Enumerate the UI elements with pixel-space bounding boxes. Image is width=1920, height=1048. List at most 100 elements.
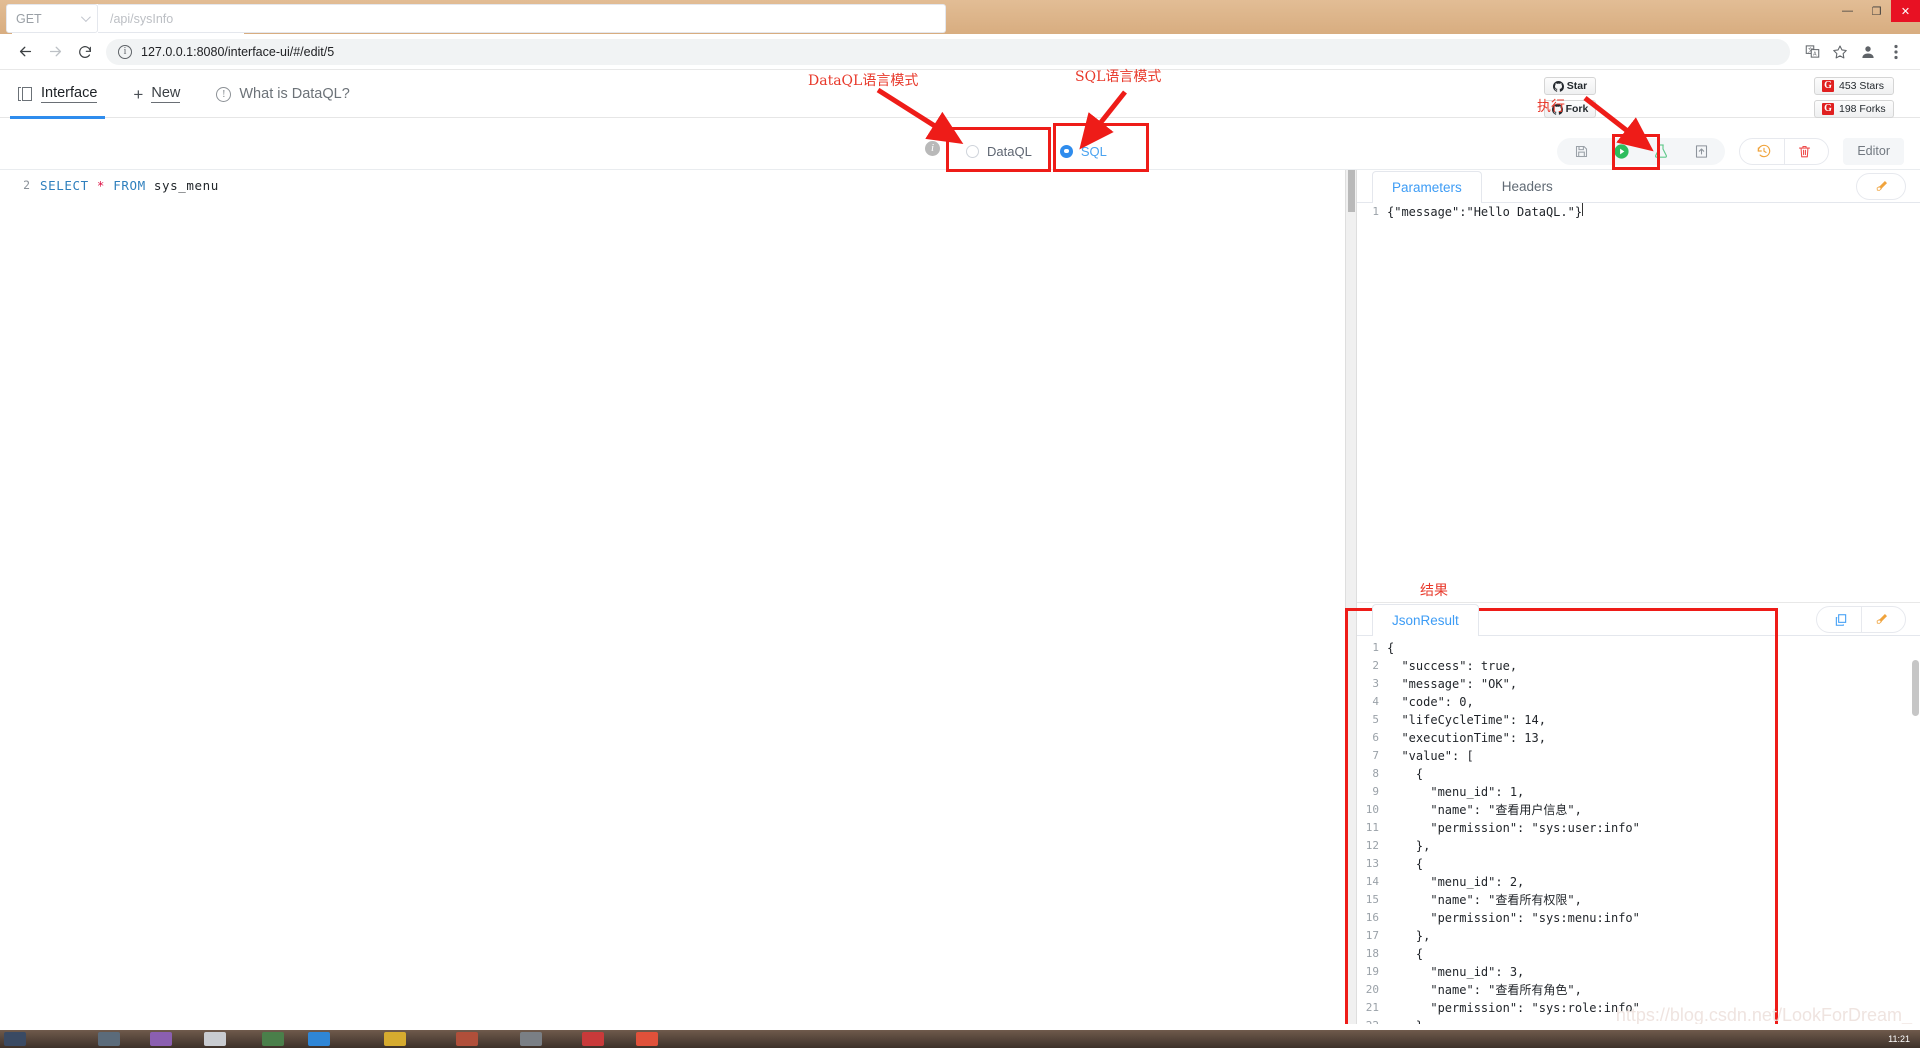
taskbar-item[interactable] bbox=[636, 1032, 658, 1046]
tab-parameters[interactable]: Parameters bbox=[1372, 171, 1482, 203]
annotation-box-execute bbox=[1612, 134, 1660, 170]
annotation-box-result bbox=[1345, 608, 1778, 1028]
params-tabstrip: Parameters Headers bbox=[1357, 170, 1920, 203]
book-icon bbox=[18, 86, 33, 102]
annotation-label-sql: SQL语言模式 bbox=[1075, 69, 1162, 85]
taskbar-item[interactable] bbox=[4, 1032, 26, 1046]
editor-button[interactable]: Editor bbox=[1843, 137, 1904, 165]
address-bar[interactable]: i 127.0.0.1:8080/interface-ui/#/edit/5 bbox=[106, 38, 1790, 65]
nav-item-what-is-dataql[interactable]: ! What is DataQL? bbox=[198, 70, 367, 118]
gitee-mark-icon: G bbox=[1822, 80, 1834, 92]
tab-jsonresult[interactable]: JsonResult bbox=[1372, 604, 1479, 636]
parameters-json-editor[interactable]: 1 {"message":"Hello DataQL."} bbox=[1357, 203, 1920, 616]
params-tab-actions bbox=[1856, 173, 1906, 200]
taskbar-item[interactable] bbox=[582, 1032, 604, 1046]
taskbar-item[interactable] bbox=[456, 1032, 478, 1046]
param-line-number: 1 bbox=[1372, 205, 1379, 218]
app-header: Interface + New ! What is DataQL? Star F… bbox=[0, 70, 1920, 119]
github-star-label: Star bbox=[1566, 80, 1588, 92]
clock-history-icon bbox=[1758, 144, 1771, 158]
history-button[interactable] bbox=[1744, 139, 1784, 164]
chevron-down-icon bbox=[80, 12, 91, 23]
annotation-box-sql bbox=[1053, 123, 1149, 172]
forward-arrow-icon[interactable] bbox=[40, 37, 70, 67]
taskbar-item[interactable] bbox=[204, 1032, 226, 1046]
count-badges: G 453 Stars G 198 Forks bbox=[1814, 77, 1894, 118]
format-params-button[interactable] bbox=[1861, 174, 1901, 199]
taskbar-clock: 11:21 bbox=[1888, 1034, 1910, 1044]
nav-item-new[interactable]: + New bbox=[115, 70, 198, 118]
three-dots-icon[interactable] bbox=[1882, 38, 1910, 66]
delete-button[interactable] bbox=[1784, 138, 1824, 164]
stars-count-label: 453 Stars bbox=[1839, 80, 1884, 92]
result-tab-actions bbox=[1816, 606, 1906, 633]
site-info-icon[interactable]: i bbox=[118, 44, 132, 59]
watermark: https://blog.csdn.net/LookForDream_ bbox=[1615, 1005, 1912, 1025]
publish-button[interactable] bbox=[1681, 139, 1721, 164]
secondary-tool-pill bbox=[1739, 137, 1830, 165]
stars-count-badge[interactable]: G 453 Stars bbox=[1814, 77, 1894, 95]
plus-icon: + bbox=[133, 84, 144, 104]
api-path-placeholder: /api/sysInfo bbox=[110, 11, 174, 26]
address-bar-url: 127.0.0.1:8080/interface-ui/#/edit/5 bbox=[141, 44, 335, 59]
api-path-info-icon[interactable]: i bbox=[925, 141, 940, 156]
trash-icon bbox=[1799, 145, 1811, 157]
code-line-text: SELECT * FROM sys_menu bbox=[40, 176, 219, 195]
save-button[interactable] bbox=[1561, 139, 1601, 164]
taskbar-item[interactable] bbox=[520, 1032, 542, 1046]
code-line-number: 2 bbox=[23, 178, 30, 192]
http-method-select[interactable]: GET bbox=[6, 4, 98, 33]
taskbar-item[interactable] bbox=[150, 1032, 172, 1046]
star-icon[interactable] bbox=[1826, 38, 1854, 66]
github-fork-label: Fork bbox=[1565, 103, 1589, 115]
annotation-label-dataql: DataQL语言模式 bbox=[808, 73, 919, 89]
window-controls: — ❐ ✕ bbox=[1833, 0, 1920, 22]
result-action-pill bbox=[1816, 606, 1906, 633]
http-method-value: GET bbox=[16, 11, 42, 26]
copy-result-button[interactable] bbox=[1821, 607, 1861, 632]
gitee-mark-icon: G bbox=[1822, 103, 1834, 115]
code-line: 2 SELECT * FROM sys_menu bbox=[0, 176, 1345, 195]
taskbar-item[interactable] bbox=[384, 1032, 406, 1046]
app-nav: Interface + New ! What is DataQL? bbox=[0, 70, 368, 119]
window-maximize-button[interactable]: ❐ bbox=[1862, 0, 1891, 22]
back-arrow-icon[interactable] bbox=[10, 37, 40, 67]
forks-count-label: 198 Forks bbox=[1839, 103, 1886, 115]
window-close-button[interactable]: ✕ bbox=[1891, 0, 1920, 22]
brush-icon bbox=[1876, 181, 1887, 191]
forks-count-badge[interactable]: G 198 Forks bbox=[1814, 100, 1894, 118]
text-caret bbox=[1582, 203, 1584, 216]
param-line-text: {"message":"Hello DataQL."} bbox=[1387, 205, 1583, 219]
brush-icon bbox=[1876, 614, 1887, 624]
exclamation-circle-icon: ! bbox=[216, 86, 232, 102]
tab-headers[interactable]: Headers bbox=[1482, 170, 1573, 202]
translate-icon[interactable]: 文 A bbox=[1798, 38, 1826, 66]
sql-table-name: sys_menu bbox=[145, 178, 219, 193]
scrollbar-thumb[interactable] bbox=[1912, 660, 1919, 716]
github-star-button[interactable]: Star bbox=[1544, 77, 1596, 95]
avatar-icon[interactable] bbox=[1854, 38, 1882, 66]
sql-star-token: * bbox=[96, 178, 106, 193]
param-line: 1 {"message":"Hello DataQL."} bbox=[1357, 203, 1920, 221]
action-toolbar: Editor bbox=[1557, 132, 1904, 170]
browser-toolbar: i 127.0.0.1:8080/interface-ui/#/edit/5 文… bbox=[0, 34, 1920, 70]
floppy-disk-icon bbox=[1575, 145, 1587, 157]
taskbar: 11:21 bbox=[0, 1030, 1920, 1048]
nav-item-new-label: New bbox=[151, 85, 181, 103]
annotation-label-execute: 执行 bbox=[1537, 99, 1565, 115]
sql-code-editor[interactable]: 2 SELECT * FROM sys_menu bbox=[0, 170, 1345, 1048]
taskbar-item[interactable] bbox=[262, 1032, 284, 1046]
nav-item-interface[interactable]: Interface bbox=[0, 70, 115, 119]
copy-icon bbox=[1835, 613, 1847, 626]
taskbar-item[interactable] bbox=[98, 1032, 120, 1046]
window-minimize-button[interactable]: — bbox=[1833, 0, 1862, 22]
params-action-pill bbox=[1856, 173, 1906, 200]
reload-icon[interactable] bbox=[70, 37, 100, 67]
sql-keyword-from: FROM bbox=[113, 178, 146, 193]
taskbar-item[interactable] bbox=[308, 1032, 330, 1046]
screen-root: Dataway ✕ + — ❐ ✕ i 127.0.0.1:8080/inter… bbox=[0, 0, 1920, 1048]
format-result-button[interactable] bbox=[1861, 607, 1901, 632]
api-path-input[interactable]: /api/sysInfo bbox=[98, 4, 946, 33]
right-column-scrollbar[interactable] bbox=[1911, 170, 1920, 1048]
github-mark-icon bbox=[1552, 80, 1564, 92]
